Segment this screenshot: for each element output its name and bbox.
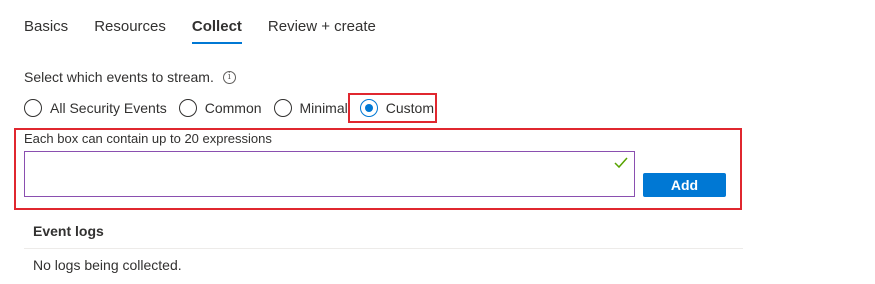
tab-review-create[interactable]: Review + create — [268, 0, 376, 46]
custom-highlight-box — [348, 93, 437, 123]
info-icon[interactable]: i — [222, 70, 236, 84]
radio-label: Minimal — [299, 100, 348, 116]
radio-common[interactable]: Common — [178, 99, 262, 117]
tab-collect[interactable]: Collect — [191, 0, 242, 46]
events-prompt-text: Select which events to stream. — [24, 69, 214, 85]
radio-button[interactable] — [24, 99, 42, 117]
events-prompt: Select which events to stream. i — [24, 68, 236, 86]
checkmark-icon — [614, 157, 628, 169]
radio-label: Common — [204, 100, 262, 116]
add-button[interactable]: Add — [643, 173, 726, 197]
expression-input[interactable] — [24, 151, 635, 197]
divider — [24, 248, 743, 249]
tab-basics[interactable]: Basics — [24, 0, 68, 46]
tab-bar: Basics Resources Collect Review + create — [24, 0, 402, 46]
radio-minimal[interactable]: Minimal — [273, 99, 348, 117]
event-logs-empty: No logs being collected. — [33, 257, 182, 273]
radio-label: All Security Events — [50, 100, 167, 116]
tab-resources[interactable]: Resources — [94, 0, 166, 46]
expressions-label: Each box can contain up to 20 expression… — [24, 131, 272, 146]
event-logs-header: Event logs — [33, 223, 104, 239]
radio-button[interactable] — [273, 99, 292, 117]
radio-all-security-events[interactable]: All Security Events — [24, 99, 167, 117]
radio-button[interactable] — [178, 99, 197, 117]
